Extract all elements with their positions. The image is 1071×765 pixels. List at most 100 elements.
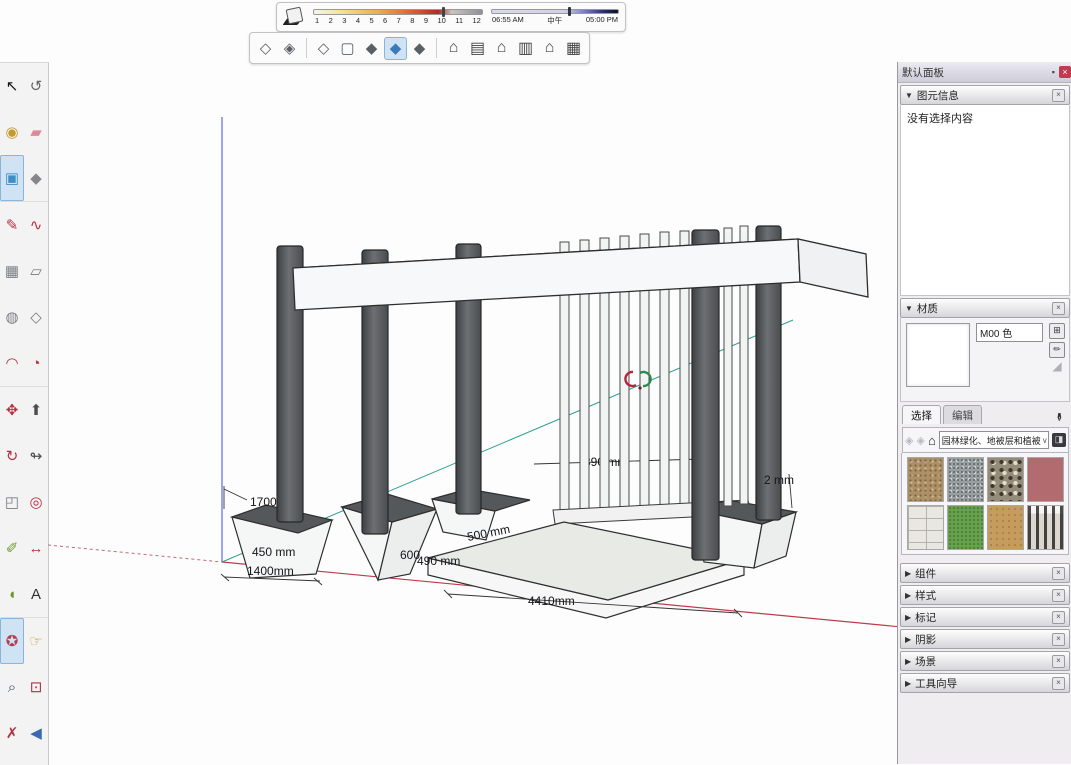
pin-icon[interactable]: ▪ xyxy=(1052,67,1055,77)
select-tool[interactable]: ↖ xyxy=(0,63,24,109)
view-back-icon[interactable]: ⌂ xyxy=(538,37,561,60)
line-tool[interactable]: ✎ xyxy=(0,202,24,248)
materials-header[interactable]: ▼ 材质 × xyxy=(900,298,1070,318)
make-component-icon: ▣ xyxy=(5,169,19,187)
view-front-icon[interactable]: ⌂ xyxy=(490,37,513,60)
tab-select[interactable]: 选择 xyxy=(902,405,941,424)
solid-tools-tool[interactable]: ◆ xyxy=(24,155,48,201)
lasso-tool[interactable]: ↺ xyxy=(24,63,48,109)
forward-icon[interactable]: ◈ xyxy=(916,434,924,447)
circle-tool[interactable]: ◍ xyxy=(0,294,24,340)
zoom-extents-tool[interactable]: ✗ xyxy=(0,710,24,756)
date-slider-track[interactable] xyxy=(313,9,483,15)
rotate-tool[interactable]: ↻ xyxy=(0,433,24,479)
face-style-group: ◇▢◆◆◆ xyxy=(312,37,431,60)
section-close-button[interactable]: × xyxy=(1052,589,1065,602)
wireframe-icon[interactable]: ◇ xyxy=(312,37,335,60)
pan-tool[interactable]: ☞ xyxy=(24,618,48,664)
tool-row: ◉▰ xyxy=(0,109,48,155)
material-swatch-grass[interactable] xyxy=(947,505,984,550)
material-name-field[interactable]: M00 色 xyxy=(976,323,1043,342)
push-pull-tool[interactable]: ⬆ xyxy=(24,387,48,433)
time-slider-track[interactable] xyxy=(491,9,619,14)
shadow-time-slider[interactable]: 06:55 AM 中午 05:00 PM xyxy=(491,9,619,26)
material-swatch-gravel-gray[interactable] xyxy=(947,457,984,502)
follow-me-tool[interactable]: ↬ xyxy=(24,433,48,479)
previous-view-tool[interactable]: ◀ xyxy=(24,710,48,756)
tray-title: 默认面板 xyxy=(902,65,1048,80)
arc-tool[interactable]: ◠ xyxy=(0,340,24,386)
month-label-5: 5 xyxy=(369,16,373,25)
section-阴影[interactable]: ▶阴影× xyxy=(900,629,1070,649)
material-swatch-rose[interactable] xyxy=(1027,457,1064,502)
tool-row: ⌕⊡ xyxy=(0,664,48,710)
rotated-rectangle-icon: ▱ xyxy=(30,262,42,280)
protractor-tool[interactable]: ◖ xyxy=(0,571,24,617)
section-close-button[interactable]: × xyxy=(1052,655,1065,668)
polygon-tool[interactable]: ◇ xyxy=(24,294,48,340)
view-right-icon[interactable]: ▥ xyxy=(514,37,537,60)
material-swatch-gravel-brown[interactable] xyxy=(907,457,944,502)
date-slider-handle[interactable] xyxy=(442,7,445,17)
freehand-tool[interactable]: ∿ xyxy=(24,202,48,248)
details-button[interactable]: ◨ xyxy=(1052,433,1066,447)
zoom-window-tool[interactable]: ⊡ xyxy=(24,664,48,710)
offset-tool[interactable]: ◎ xyxy=(24,479,48,525)
section-场景[interactable]: ▶场景× xyxy=(900,651,1070,671)
move-tool[interactable]: ✥ xyxy=(0,387,24,433)
section-close-button[interactable]: × xyxy=(1052,677,1065,690)
eraser-tool[interactable]: ▰ xyxy=(24,109,48,155)
shaded-icon[interactable]: ◆ xyxy=(360,37,383,60)
hidden-line-icon[interactable]: ▢ xyxy=(336,37,359,60)
rotated-rectangle-tool[interactable]: ▱ xyxy=(24,248,48,294)
entity-info-header[interactable]: ▼ 图元信息 × xyxy=(900,85,1070,105)
orbit-tool[interactable]: ✪ xyxy=(0,618,24,664)
view-left-icon[interactable]: ▦ xyxy=(562,37,585,60)
back-edges-icon[interactable]: ◈ xyxy=(278,37,301,60)
tray-close-button[interactable]: × xyxy=(1059,66,1071,78)
view-top-icon[interactable]: ▤ xyxy=(466,37,489,60)
collection-dropdown[interactable]: 园林绿化、地被层和植被 ∨ xyxy=(939,431,1049,449)
tape-measure-tool[interactable]: ✐ xyxy=(0,525,24,571)
solid-tools-icon: ◆ xyxy=(30,169,42,187)
materials-close-button[interactable]: × xyxy=(1052,302,1065,315)
view-iso-icon[interactable]: ⌂ xyxy=(442,37,465,60)
tab-edit[interactable]: 编辑 xyxy=(943,405,982,424)
3d-viewport[interactable]: 390 mm 1700 mm xyxy=(48,62,897,764)
monochrome-icon[interactable]: ◆ xyxy=(408,37,431,60)
text-tool[interactable]: A xyxy=(24,571,48,617)
tool-row: ↖↺ xyxy=(0,63,48,109)
rectangle-tool[interactable]: ▦ xyxy=(0,248,24,294)
back-icon[interactable]: ◈ xyxy=(905,434,913,447)
material-swatch-pavers[interactable] xyxy=(907,505,944,550)
pie-tool[interactable]: ◔ xyxy=(24,340,48,386)
section-样式[interactable]: ▶样式× xyxy=(900,585,1070,605)
material-swatch-river-rock[interactable] xyxy=(987,457,1024,502)
eyedropper-icon[interactable]: ✒ xyxy=(1052,412,1066,422)
entity-info-close-button[interactable]: × xyxy=(1052,89,1065,102)
dim-label-1400: 1400mm xyxy=(247,564,294,578)
section-close-button[interactable]: × xyxy=(1052,567,1065,580)
section-close-button[interactable]: × xyxy=(1052,611,1065,624)
sample-paint-button[interactable]: ✏ xyxy=(1049,342,1065,358)
time-slider-handle[interactable] xyxy=(568,7,571,16)
preview-resize-handle[interactable]: ◢ xyxy=(1052,361,1061,371)
section-组件[interactable]: ▶组件× xyxy=(900,563,1070,583)
paint-bucket-tool[interactable]: ◉ xyxy=(0,109,24,155)
zoom-tool[interactable]: ⌕ xyxy=(0,664,24,710)
dimension-tool[interactable]: ↔ xyxy=(24,525,48,571)
home-icon[interactable]: ⌂ xyxy=(928,433,936,448)
material-swatch-fence[interactable] xyxy=(1027,505,1064,550)
section-标记[interactable]: ▶标记× xyxy=(900,607,1070,627)
material-swatch-tan[interactable] xyxy=(987,505,1024,550)
time-labels: 06:55 AM 中午 05:00 PM xyxy=(491,14,619,26)
section-close-button[interactable]: × xyxy=(1052,633,1065,646)
shaded-with-textures-icon[interactable]: ◆ xyxy=(384,37,407,60)
shadow-toggle-icon[interactable] xyxy=(283,6,305,28)
section-工具向导[interactable]: ▶工具向导× xyxy=(900,673,1070,693)
xray-icon[interactable]: ◇ xyxy=(254,37,277,60)
create-material-button[interactable]: ⊞ xyxy=(1049,323,1065,339)
scale-tool[interactable]: ◰ xyxy=(0,479,24,525)
make-component-tool[interactable]: ▣ xyxy=(0,155,24,201)
shadow-date-slider[interactable]: 123456789101112 xyxy=(313,9,483,25)
